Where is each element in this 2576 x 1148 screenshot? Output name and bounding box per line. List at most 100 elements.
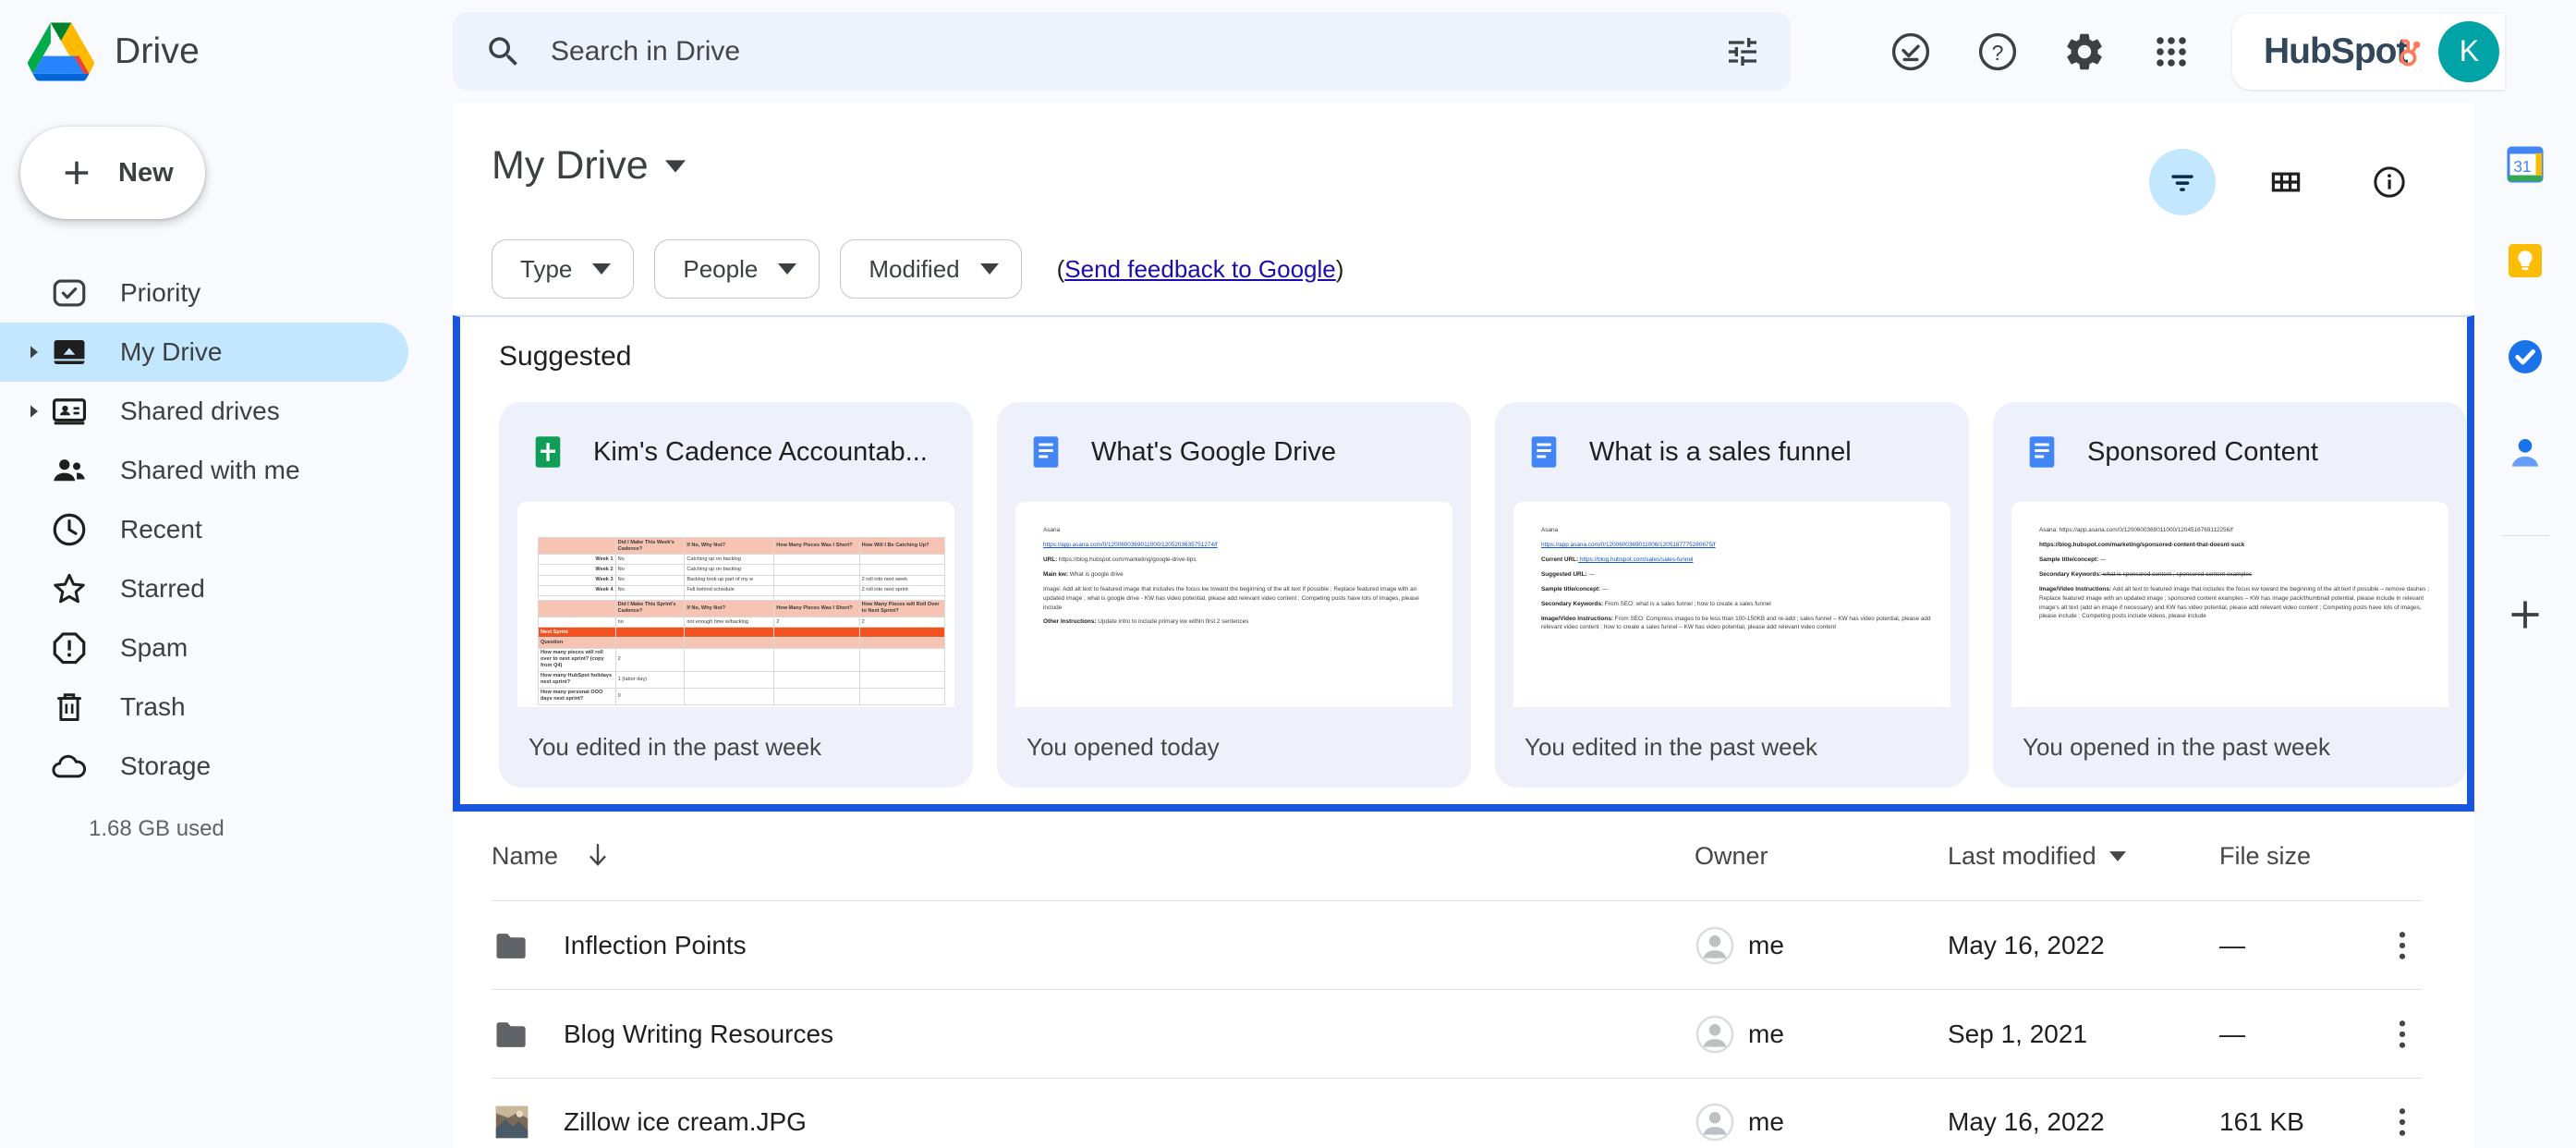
- chip-people[interactable]: People: [654, 239, 820, 299]
- doc-preview-line: Image: Add alt text to featured image th…: [1043, 585, 1419, 611]
- column-header-modified[interactable]: Last modified: [1948, 842, 2219, 871]
- suggested-card[interactable]: Sponsored Content Asana: https://app.asa…: [1993, 402, 2467, 788]
- priority-check-icon: [53, 279, 86, 307]
- doc-preview-line: https://app.asana.com/0/1200600369011000…: [1043, 541, 1218, 548]
- card-footer: You edited in the past week: [1525, 733, 1818, 761]
- check-circle-icon[interactable]: [1889, 30, 1933, 74]
- sheet-cell: Did I Make This Sprint's Cadence?: [614, 599, 686, 618]
- chip-modified[interactable]: Modified: [840, 239, 1022, 299]
- sidebar-item-label: Starred: [120, 574, 205, 603]
- drive-brand[interactable]: Drive: [0, 22, 453, 81]
- sheet-row: How many HubSpot holidays next sprint? 1 …: [538, 670, 946, 689]
- cloud-icon: [52, 754, 87, 778]
- table-row[interactable]: Inflection Points me May 16, 2022 —: [492, 900, 2423, 989]
- help-circle-icon[interactable]: ?: [1975, 30, 2020, 74]
- filter-button[interactable]: [2149, 149, 2216, 215]
- sidebar-item-starred[interactable]: Starred: [0, 559, 408, 618]
- kebab-menu-icon[interactable]: [2382, 1102, 2423, 1142]
- sheet-cell: How many pieces will roll over to next s…: [538, 647, 616, 672]
- card-thumbnail: Asana https://app.asana.com/0/12006003690…: [1015, 502, 1452, 707]
- sheet-cell: Catching up on backlog: [684, 554, 775, 566]
- column-label: Name: [492, 841, 559, 870]
- sidebar-item-shared-drives[interactable]: Shared drives: [0, 382, 408, 441]
- suggested-card[interactable]: What is a sales funnel Asana https://app.…: [1495, 402, 1969, 788]
- page-title-dropdown[interactable]: My Drive: [492, 143, 686, 189]
- file-name: Zillow ice cream.JPG: [564, 1107, 807, 1136]
- storage-used-label: 1.68 GB used: [89, 816, 225, 841]
- chip-type[interactable]: Type: [492, 239, 635, 299]
- card-title: Kim's Cadence Accountab...: [593, 436, 928, 467]
- card-thumbnail: Asana: https://app.asana.com/0/120060036…: [2011, 502, 2448, 707]
- sheet-row: How many personal OOO days next sprint? 0: [538, 687, 946, 705]
- column-header-owner[interactable]: Owner: [1695, 842, 1948, 871]
- hubspot-sprocket-icon: [2400, 39, 2421, 67]
- google-keep-icon[interactable]: [2504, 239, 2546, 282]
- folder-icon: [496, 933, 526, 959]
- paren-close: ): [1335, 254, 1344, 283]
- doc-preview-line: Image/Video Instructions: From SEO: Comp…: [1541, 615, 1931, 631]
- workspace-switcher[interactable]: HubSpot K: [2232, 13, 2506, 90]
- sheet-cell: 2: [858, 616, 946, 629]
- apps-grid-icon[interactable]: [2149, 30, 2193, 74]
- filter-chips: Type People Modified (Send feedback to G…: [453, 215, 2474, 299]
- kebab-menu-icon[interactable]: [2382, 925, 2423, 966]
- modified-cell: May 16, 2022: [1948, 1107, 2105, 1136]
- doc-preview-line: Asana: [1541, 527, 1559, 533]
- expand-caret-icon[interactable]: [18, 345, 50, 360]
- plus-icon[interactable]: [2504, 593, 2546, 636]
- google-calendar-icon[interactable]: 31: [2504, 143, 2546, 186]
- panel-divider: [2501, 535, 2549, 536]
- clock-icon: [53, 513, 86, 546]
- expand-caret-icon[interactable]: [18, 404, 50, 419]
- sheet-cell: [858, 687, 946, 705]
- owner-cell: me: [1695, 925, 1948, 966]
- sidebar-item-trash[interactable]: Trash: [0, 678, 408, 737]
- sidebar-item-recent[interactable]: Recent: [0, 500, 408, 559]
- filter-list-icon: [2171, 175, 2193, 191]
- column-header-name[interactable]: Name: [492, 842, 1695, 871]
- suggested-card[interactable]: Kim's Cadence Accountab... Did I Make Th…: [499, 402, 973, 788]
- google-contacts-icon[interactable]: [2504, 432, 2546, 474]
- person-avatar-icon: [1695, 1103, 1734, 1142]
- sidebar-item-shared-with-me[interactable]: Shared with me: [0, 441, 408, 500]
- sheet-cell: No: [614, 554, 686, 566]
- sheet-row: Week 3 No Backlog took up part of my w 2 ro…: [538, 574, 946, 586]
- search-input[interactable]: [551, 35, 1696, 67]
- tune-icon[interactable]: [1724, 33, 1761, 70]
- sheet-cell: 1 (labor day): [614, 670, 686, 689]
- file-name-cell: Inflection Points: [492, 925, 1695, 966]
- caret-down-icon: [2108, 850, 2126, 861]
- sidebar-item-spam[interactable]: Spam: [0, 618, 408, 678]
- chip-label: Modified: [869, 254, 960, 283]
- sheet-row: Week 4 No Fell behind schedule 2 roll into …: [538, 584, 946, 596]
- google-tasks-icon[interactable]: [2504, 336, 2546, 378]
- new-button[interactable]: New: [20, 127, 205, 219]
- grid-view-button[interactable]: [2253, 149, 2319, 215]
- shared-drives-icon: [52, 398, 87, 425]
- gear-icon[interactable]: [2062, 30, 2107, 74]
- folder-icon: [496, 1021, 526, 1047]
- avatar[interactable]: K: [2438, 20, 2500, 82]
- suggested-card[interactable]: What's Google Drive Asana https://app.asa…: [997, 402, 1471, 788]
- sidebar-item-storage[interactable]: Storage: [0, 737, 408, 796]
- table-row[interactable]: Zillow ice cream.JPG me May 16, 2022 161…: [492, 1078, 2423, 1148]
- sheet-cell: 2: [614, 647, 686, 672]
- doc-preview: Asana https://app.asana.com/0/12006003690…: [1015, 502, 1452, 627]
- table-row[interactable]: Blog Writing Resources me Sep 1, 2021 —: [492, 989, 2423, 1078]
- sheet-cell: How many HubSpot holidays next sprint?: [538, 670, 616, 689]
- sort-down-arrow-icon: [589, 844, 606, 866]
- send-feedback-link[interactable]: Send feedback to Google: [1064, 255, 1335, 283]
- doc-preview-line: https://blog.hubspot.com/marketing/spons…: [2039, 541, 2245, 548]
- sheet-cell: [773, 554, 860, 566]
- kebab-menu-icon[interactable]: [2382, 1014, 2423, 1055]
- doc-preview-line: URL: https://blog.hubspot.com/marketing/…: [1043, 556, 1197, 563]
- search-bar[interactable]: [453, 12, 1791, 91]
- details-button[interactable]: [2356, 149, 2423, 215]
- sidebar-item-my-drive[interactable]: My Drive: [0, 323, 408, 382]
- sheet-cell: [684, 627, 775, 639]
- new-button-label: New: [118, 157, 174, 188]
- sheet-cell: How Many Pieces Was I Short?: [773, 599, 860, 618]
- sidebar-item-priority[interactable]: Priority: [0, 263, 408, 323]
- owner-cell: me: [1695, 1102, 1948, 1142]
- google-sheets-icon: [535, 436, 561, 468]
